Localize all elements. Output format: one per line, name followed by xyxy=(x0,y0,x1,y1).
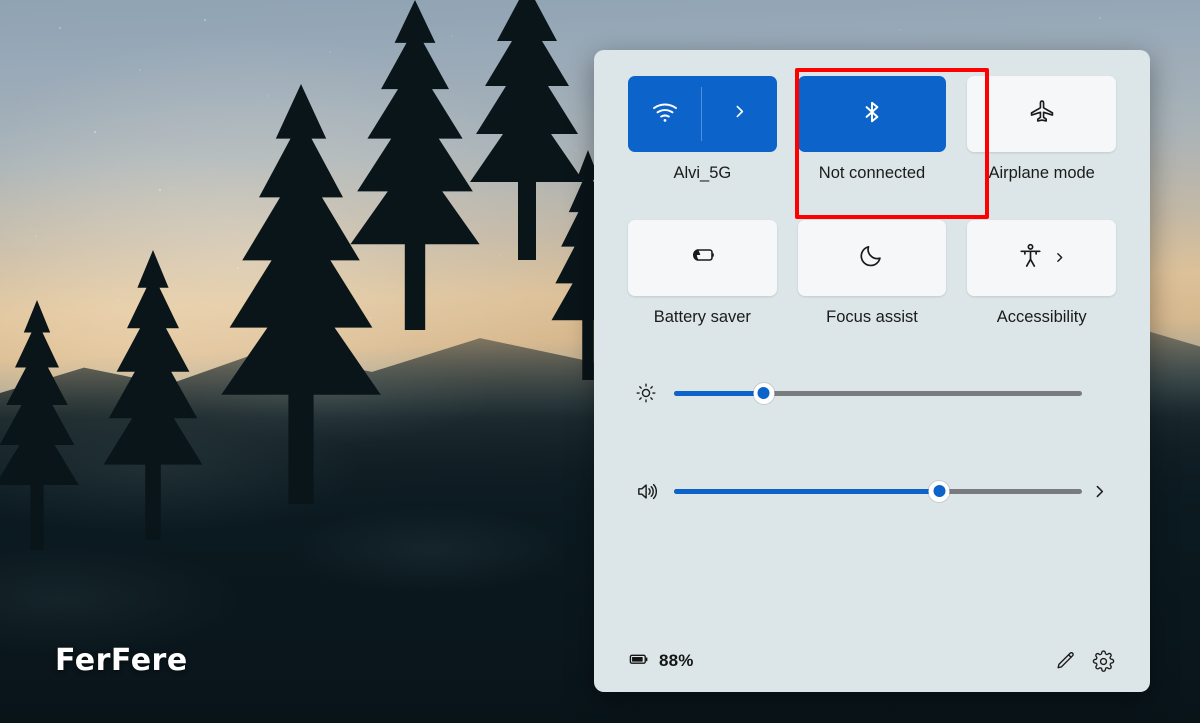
battery-status: 88% xyxy=(628,648,694,675)
brightness-slider-thumb[interactable] xyxy=(753,382,775,404)
battery-saver-icon xyxy=(686,239,718,276)
screen: FerFere Alvi_5G Not connected Airplane m… xyxy=(0,0,1200,723)
volume-slider-row xyxy=(628,471,1116,511)
accessibility-tile-label: Accessibility xyxy=(996,307,1087,326)
volume-slider-fill xyxy=(674,488,940,494)
wifi-tile-label: Alvi_5G xyxy=(673,164,732,182)
battery-saver-tile[interactable] xyxy=(628,219,777,296)
brightness-icon xyxy=(628,382,664,404)
tile-cell-focus-assist: Focus assist xyxy=(797,219,947,326)
tile-cell-bluetooth: Not connected xyxy=(797,76,947,182)
bluetooth-tile-label: Not connected xyxy=(818,164,926,182)
battery-saver-tile-label: Battery saver xyxy=(653,307,751,326)
edit-pencil-icon[interactable] xyxy=(1046,642,1084,680)
volume-icon xyxy=(628,480,664,503)
slider-zone xyxy=(628,325,1116,511)
airplane-mode-tile-label: Airplane mode xyxy=(988,164,1095,182)
volume-output-chevron-icon[interactable] xyxy=(1082,483,1116,500)
quick-settings-footer: 88% xyxy=(594,630,1150,692)
airplane-icon xyxy=(1028,98,1056,131)
watermark-logo: FerFere xyxy=(55,643,188,678)
brightness-slider-row xyxy=(628,373,1116,413)
brightness-slider-fill xyxy=(674,390,764,396)
tile-cell-wifi: Alvi_5G xyxy=(628,76,777,182)
brightness-slider[interactable] xyxy=(674,382,1082,404)
tile-row-gap xyxy=(967,182,1116,220)
accessibility-tile[interactable] xyxy=(967,219,1116,296)
wifi-expand-half[interactable] xyxy=(702,76,776,152)
battery-percent-label: 88% xyxy=(659,651,694,670)
tile-cell-accessibility: Accessibility xyxy=(967,219,1116,326)
quick-settings-panel: Alvi_5G Not connected Airplane mode Batt… xyxy=(594,50,1150,692)
moon-icon xyxy=(858,242,885,274)
volume-slider[interactable] xyxy=(674,480,1082,502)
focus-assist-tile-label: Focus assist xyxy=(826,307,918,326)
accessibility-icon xyxy=(1017,242,1044,274)
tile-row-gap xyxy=(628,182,777,220)
volume-slider-thumb[interactable] xyxy=(928,480,950,502)
tile-row-gap xyxy=(798,182,947,220)
battery-icon xyxy=(628,648,650,675)
quick-settings-tile-grid: Alvi_5G Not connected Airplane mode Batt… xyxy=(628,76,1116,325)
focus-assist-tile[interactable] xyxy=(797,219,947,296)
gear-icon[interactable] xyxy=(1084,642,1122,680)
tile-cell-airplane: Airplane mode xyxy=(967,76,1116,182)
bluetooth-tile[interactable] xyxy=(797,76,947,152)
accessibility-chevron-right-icon[interactable] xyxy=(1053,251,1066,264)
wifi-toggle-half[interactable] xyxy=(628,76,703,152)
chevron-right-icon xyxy=(731,103,748,125)
wifi-icon xyxy=(651,98,679,131)
airplane-mode-tile[interactable] xyxy=(967,76,1116,152)
bluetooth-icon xyxy=(859,99,885,130)
tile-cell-battery-saver: Battery saver xyxy=(628,219,777,326)
quick-settings-body: Alvi_5G Not connected Airplane mode Batt… xyxy=(594,50,1150,630)
wifi-tile[interactable] xyxy=(628,76,777,152)
